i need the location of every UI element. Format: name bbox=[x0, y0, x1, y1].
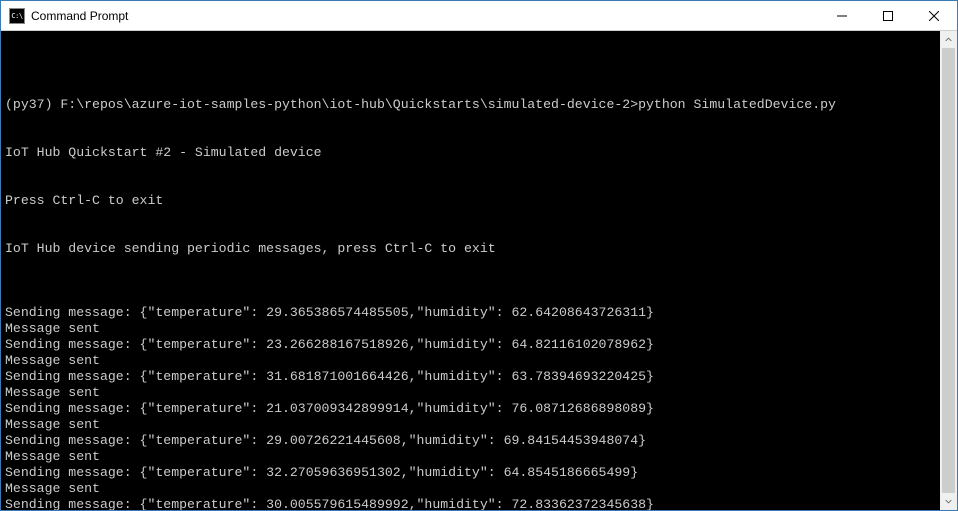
message-sent-line: Message sent bbox=[5, 417, 936, 433]
sending-message-line: Sending message: {"temperature": 29.3653… bbox=[5, 305, 936, 321]
sending-message-line: Sending message: {"temperature": 23.2662… bbox=[5, 337, 936, 353]
message-sent-line: Message sent bbox=[5, 385, 936, 401]
close-button[interactable] bbox=[911, 1, 957, 31]
message-sent-line: Message sent bbox=[5, 353, 936, 369]
scroll-track[interactable] bbox=[940, 48, 957, 493]
prompt-line: (py37) F:\repos\azure-iot-samples-python… bbox=[5, 97, 936, 113]
vertical-scrollbar[interactable] bbox=[940, 31, 957, 510]
message-sent-line: Message sent bbox=[5, 449, 936, 465]
sending-message-line: Sending message: {"temperature": 21.0370… bbox=[5, 401, 936, 417]
minimize-icon bbox=[837, 11, 847, 21]
command-prompt-window: C:\ Command Prompt (py37) F:\repos\azure… bbox=[0, 0, 958, 511]
maximize-icon bbox=[883, 11, 893, 21]
sending-message-line: Sending message: {"temperature": 32.2705… bbox=[5, 465, 936, 481]
sending-message-line: Sending message: {"temperature": 29.0072… bbox=[5, 433, 936, 449]
terminal-line: Press Ctrl-C to exit bbox=[5, 193, 936, 209]
terminal-line: IoT Hub Quickstart #2 - Simulated device bbox=[5, 145, 936, 161]
chevron-down-icon bbox=[945, 498, 952, 505]
scroll-up-button[interactable] bbox=[940, 31, 957, 48]
app-icon: C:\ bbox=[9, 8, 25, 24]
terminal-line: IoT Hub device sending periodic messages… bbox=[5, 241, 936, 257]
scroll-down-button[interactable] bbox=[940, 493, 957, 510]
titlebar[interactable]: C:\ Command Prompt bbox=[1, 1, 957, 31]
message-sent-line: Message sent bbox=[5, 321, 936, 337]
maximize-button[interactable] bbox=[865, 1, 911, 31]
message-sent-line: Message sent bbox=[5, 481, 936, 497]
sending-message-line: Sending message: {"temperature": 31.6818… bbox=[5, 369, 936, 385]
sending-message-line: Sending message: {"temperature": 30.0055… bbox=[5, 497, 936, 510]
chevron-up-icon bbox=[945, 36, 952, 43]
app-icon-text: C:\ bbox=[11, 12, 22, 20]
window-title: Command Prompt bbox=[31, 9, 128, 23]
scroll-thumb[interactable] bbox=[942, 48, 955, 493]
terminal-output[interactable]: (py37) F:\repos\azure-iot-samples-python… bbox=[1, 31, 940, 510]
close-icon bbox=[929, 11, 939, 21]
minimize-button[interactable] bbox=[819, 1, 865, 31]
client-area: (py37) F:\repos\azure-iot-samples-python… bbox=[1, 31, 957, 510]
